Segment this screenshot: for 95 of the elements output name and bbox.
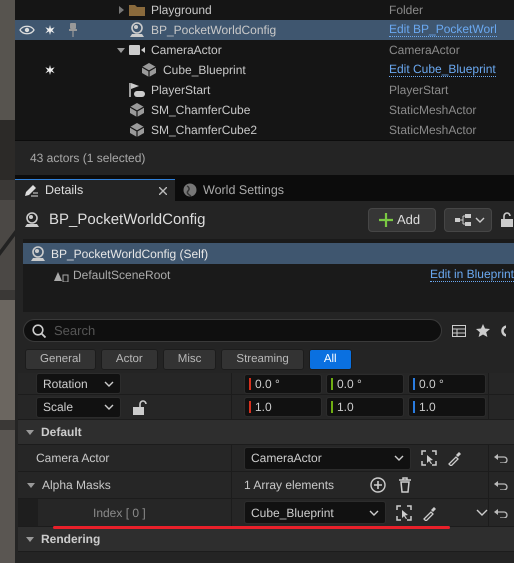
browse-icon[interactable] — [396, 504, 412, 520]
expand-arrow-icon[interactable] — [26, 480, 36, 490]
status-text: 43 actors (1 selected) — [15, 141, 514, 175]
add-element-icon[interactable] — [370, 477, 386, 493]
array-count: 1 Array elements — [244, 477, 334, 494]
folder-icon — [128, 3, 146, 17]
expand-arrow-icon[interactable] — [25, 534, 35, 544]
actor-name[interactable]: Playground — [151, 1, 212, 19]
number-field[interactable]: 0.0 ° — [408, 374, 486, 394]
component-name[interactable]: BP_PocketWorldConfig (Self) — [51, 244, 208, 262]
star-icon[interactable] — [44, 65, 54, 75]
hierarchy-icon — [455, 214, 471, 226]
caret-icon — [104, 380, 114, 386]
edit-link[interactable]: Edit Cube_Blueprint — [389, 63, 496, 77]
camera-icon — [128, 44, 146, 56]
number-field[interactable]: 1.0 — [408, 397, 486, 417]
cube-icon — [128, 122, 146, 138]
component-row[interactable]: DefaultSceneRoot Edit in Blueprint — [23, 264, 514, 285]
outliner-row[interactable]: SM_ChamferCube2 StaticMeshActor — [15, 120, 514, 140]
actor-type: StaticMeshActor — [389, 102, 476, 119]
transform-dropdown[interactable]: Scale — [36, 396, 121, 418]
filter-tab[interactable]: All — [308, 349, 352, 370]
number-field[interactable]: 0.0 ° — [244, 374, 322, 394]
browse-icon[interactable] — [421, 450, 437, 466]
caret-icon — [394, 455, 404, 461]
trash-icon[interactable] — [398, 477, 412, 493]
caret-icon — [475, 217, 485, 223]
pencil-icon — [23, 184, 39, 198]
outliner-row[interactable]: PlayerStart PlayerStart — [15, 80, 514, 100]
caret-icon — [104, 404, 114, 410]
pin-icon[interactable] — [68, 23, 76, 37]
component-row[interactable]: BP_PocketWorldConfig (Self) — [23, 243, 514, 264]
actor-type: PlayerStart — [389, 82, 448, 99]
add-button[interactable]: Add — [368, 208, 436, 232]
actor-type: CameraActor — [389, 42, 460, 59]
section-header[interactable]: Rendering — [41, 530, 100, 548]
actor-name[interactable]: SM_ChamferCube — [151, 101, 250, 119]
search-icon — [32, 324, 46, 338]
eyedropper-icon[interactable] — [422, 504, 438, 520]
actor-icon — [29, 246, 47, 262]
reset-icon[interactable] — [494, 508, 508, 518]
outliner-row[interactable]: BP_PocketWorldConfig Edit BP_PocketWorl — [15, 20, 514, 40]
star-icon[interactable] — [44, 25, 54, 35]
object-dropdown[interactable]: Cube_Blueprint — [244, 501, 386, 524]
hierarchy-dropdown[interactable] — [444, 208, 492, 232]
property-label: Index [ 0 ] — [93, 504, 146, 522]
outliner-row[interactable]: CameraActor CameraActor — [15, 40, 514, 60]
plus-icon — [379, 213, 393, 227]
table-view-icon[interactable] — [452, 324, 466, 336]
close-icon[interactable] — [159, 186, 167, 194]
filter-tab[interactable]: General — [25, 349, 96, 370]
actor-name[interactable]: BP_PocketWorldConfig — [151, 21, 276, 39]
unlock-icon[interactable] — [133, 400, 147, 414]
actor-icon — [128, 22, 146, 38]
property-label: Camera Actor — [36, 450, 110, 467]
caret-icon — [369, 510, 379, 516]
star-icon[interactable] — [476, 324, 490, 337]
expand-arrow-icon[interactable] — [116, 45, 126, 55]
property-label[interactable]: Alpha Masks — [42, 476, 111, 494]
transform-dropdown[interactable]: Rotation — [36, 373, 121, 394]
caret-icon[interactable] — [476, 509, 488, 516]
eyedropper-icon[interactable] — [447, 450, 463, 466]
cube-icon — [128, 102, 146, 118]
panel-tab[interactable]: World Settings — [175, 179, 292, 201]
actor-type: StaticMeshActor — [389, 122, 476, 139]
panel-tab[interactable]: Details — [15, 179, 175, 201]
object-dropdown[interactable]: CameraActor — [244, 446, 411, 470]
section-header[interactable]: Default — [41, 423, 82, 441]
outliner-row[interactable]: SM_ChamferCube StaticMeshActor — [15, 100, 514, 120]
cube-icon — [140, 62, 158, 78]
edit-link[interactable]: Edit in Blueprint — [430, 268, 514, 282]
filter-tab[interactable]: Actor — [100, 349, 158, 370]
player-start-icon — [128, 82, 146, 98]
actor-name[interactable]: SM_ChamferCube2 — [151, 121, 258, 139]
number-field[interactable]: 0.0 ° — [326, 374, 404, 394]
reset-icon[interactable] — [494, 453, 508, 463]
filter-tab[interactable]: Misc — [162, 349, 216, 370]
eye-icon[interactable] — [18, 25, 34, 35]
expand-arrow-icon[interactable] — [116, 5, 126, 15]
outliner-row[interactable]: Cube_Blueprint Edit Cube_Blueprint — [15, 60, 514, 80]
reset-icon[interactable] — [494, 480, 508, 490]
filter-tab[interactable]: Streaming — [221, 349, 304, 370]
actor-name[interactable]: Cube_Blueprint — [163, 61, 246, 79]
expand-arrow-icon[interactable] — [25, 427, 35, 437]
number-field[interactable]: 1.0 — [326, 397, 404, 417]
outliner-row[interactable]: Playground Folder — [15, 0, 514, 20]
lock-icon[interactable] — [500, 212, 514, 228]
globe-icon — [183, 183, 197, 197]
object-title: BP_PocketWorldConfig — [49, 210, 206, 230]
number-field[interactable]: 1.0 — [244, 397, 322, 417]
component-name[interactable]: DefaultSceneRoot — [73, 266, 170, 284]
actor-type: Folder — [389, 2, 424, 19]
actor-name[interactable]: PlayerStart — [151, 81, 210, 99]
actor-name[interactable]: CameraActor — [151, 41, 222, 59]
actor-icon — [23, 212, 41, 228]
